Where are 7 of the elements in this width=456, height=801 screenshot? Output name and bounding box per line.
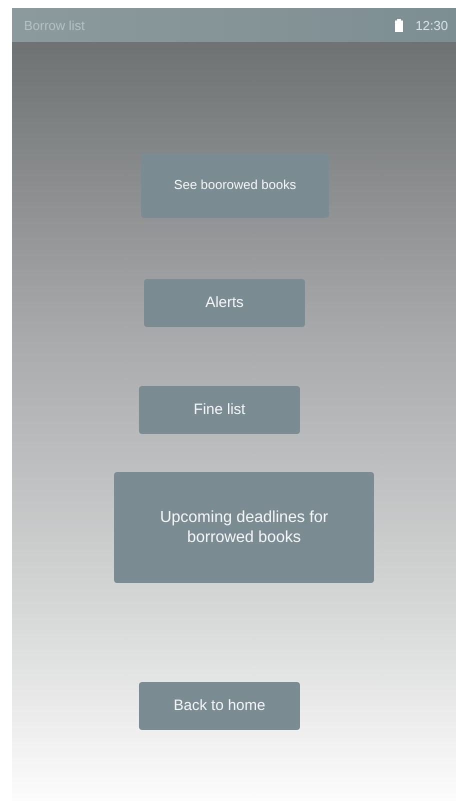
menu-button[interactable]: See boorowed books xyxy=(141,153,329,218)
menu-button[interactable]: Alerts xyxy=(144,279,305,327)
battery-icon xyxy=(395,18,404,32)
menu-button[interactable]: Fine list xyxy=(139,386,300,434)
menu-button[interactable]: Upcoming deadlines for borrowed books xyxy=(114,472,374,583)
clock-time: 12:30 xyxy=(415,18,448,32)
menu-button[interactable]: Back to home xyxy=(139,682,300,730)
